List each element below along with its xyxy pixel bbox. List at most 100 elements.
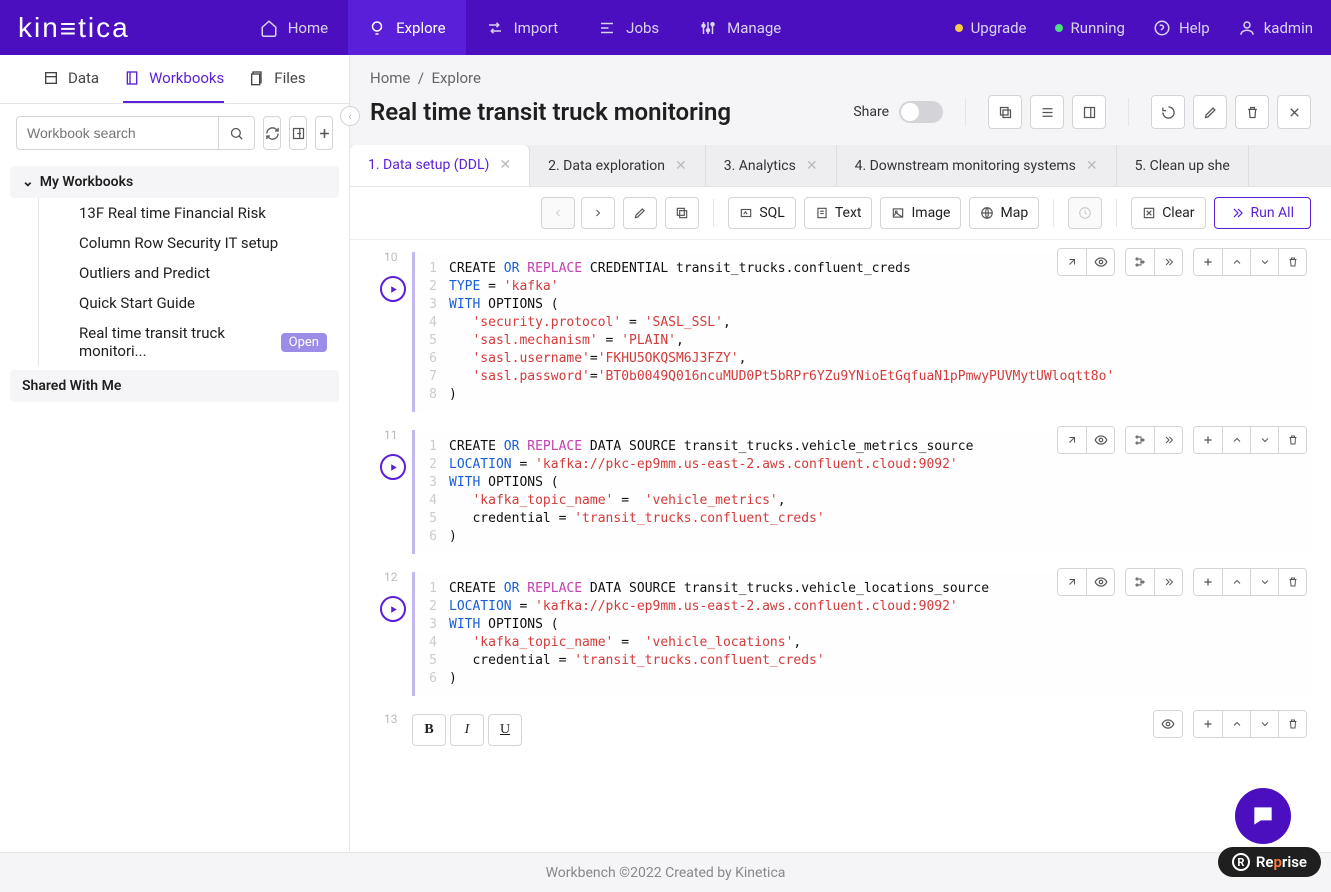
- add-workbook-button[interactable]: [315, 116, 333, 150]
- underline-button[interactable]: U: [488, 714, 522, 746]
- view-block-button[interactable]: [1086, 569, 1114, 595]
- add-block-button[interactable]: [1194, 711, 1222, 737]
- tree-block-button[interactable]: [1126, 427, 1154, 453]
- tree-item[interactable]: Outliers and Predict: [38, 258, 339, 288]
- delete-block-button[interactable]: [1278, 427, 1306, 453]
- italic-button[interactable]: I: [450, 714, 484, 746]
- run-all-button[interactable]: Run All: [1214, 197, 1312, 229]
- sidebar-collapse-handle[interactable]: ‹: [340, 106, 360, 126]
- tree-item[interactable]: 13F Real time Financial Risk: [38, 198, 339, 228]
- edit-button[interactable]: [1193, 95, 1227, 129]
- content-area: Home / Explore Real time transit truck m…: [350, 55, 1331, 852]
- chat-bubble[interactable]: [1235, 788, 1291, 844]
- tree-item[interactable]: Real time transit truck monitori...Open: [38, 318, 339, 366]
- home-icon: [260, 19, 278, 37]
- delete-block-button[interactable]: [1278, 711, 1306, 737]
- tree-item[interactable]: Column Row Security IT setup: [38, 228, 339, 258]
- worksheet-tab[interactable]: 2. Data exploration✕: [530, 145, 706, 186]
- prev-cell-button[interactable]: [541, 197, 575, 229]
- run-block-button[interactable]: [380, 276, 406, 302]
- share-toggle[interactable]: Share: [853, 101, 943, 123]
- block-number: 10: [384, 250, 398, 264]
- refresh-button[interactable]: [263, 116, 281, 150]
- workbook-icon: [123, 69, 141, 87]
- worksheet-tab[interactable]: 3. Analytics✕: [706, 145, 837, 186]
- top-nav: kin≡tica Home Explore Import Jobs Manage…: [0, 0, 1331, 55]
- tree-shared[interactable]: Shared With Me: [10, 370, 339, 402]
- text-icon: [815, 206, 829, 220]
- code-editor[interactable]: 1CREATE OR REPLACE CREDENTIAL transit_tr…: [412, 252, 1311, 412]
- crumb-home[interactable]: Home: [370, 69, 410, 87]
- delete-block-button[interactable]: [1278, 569, 1306, 595]
- collapse-block-button[interactable]: [1058, 569, 1086, 595]
- status-upgrade[interactable]: Upgrade: [955, 19, 1027, 37]
- sidetab-files[interactable]: Files: [248, 69, 305, 103]
- add-sql-button[interactable]: SQL: [728, 197, 795, 229]
- add-image-button[interactable]: Image: [880, 197, 961, 229]
- add-block-button[interactable]: [1194, 249, 1222, 275]
- worksheet-tab[interactable]: 5. Clean up she: [1117, 145, 1249, 186]
- copy-cell-button[interactable]: [665, 197, 699, 229]
- close-tab-icon[interactable]: ✕: [806, 158, 818, 174]
- status-running[interactable]: Running: [1055, 19, 1125, 37]
- worksheet-tab[interactable]: 4. Downstream monitoring systems✕: [837, 145, 1117, 186]
- skip-block-button[interactable]: [1154, 249, 1182, 275]
- move-up-button[interactable]: [1222, 569, 1250, 595]
- workbook-search-input[interactable]: [16, 116, 219, 150]
- close-tab-icon[interactable]: ✕: [1086, 158, 1098, 174]
- footer: Workbench ©2022 Created by Kinetica: [0, 852, 1331, 892]
- sidetab-workbooks[interactable]: Workbooks: [123, 69, 224, 103]
- delete-block-button[interactable]: [1278, 249, 1306, 275]
- nav-import[interactable]: Import: [466, 0, 579, 55]
- view-block-button[interactable]: [1154, 711, 1182, 737]
- add-text-button[interactable]: Text: [804, 197, 873, 229]
- run-block-button[interactable]: [380, 454, 406, 480]
- export-button[interactable]: [1072, 95, 1106, 129]
- nav-home[interactable]: Home: [240, 0, 348, 55]
- nav-user[interactable]: kadmin: [1238, 19, 1313, 37]
- reload-button[interactable]: [1151, 95, 1185, 129]
- toggle-icon: [899, 101, 943, 123]
- nav-help[interactable]: Help: [1153, 19, 1210, 37]
- next-cell-button[interactable]: [581, 197, 615, 229]
- add-map-button[interactable]: Map: [969, 197, 1039, 229]
- add-block-button[interactable]: [1194, 427, 1222, 453]
- worksheet-tab[interactable]: 1. Data setup (DDL)✕: [350, 145, 530, 187]
- collapse-block-button[interactable]: [1058, 427, 1086, 453]
- bold-button[interactable]: B: [412, 714, 446, 746]
- move-down-button[interactable]: [1250, 249, 1278, 275]
- edit-cell-button[interactable]: [623, 197, 657, 229]
- nav-explore[interactable]: Explore: [348, 0, 466, 55]
- nav-jobs[interactable]: Jobs: [578, 0, 679, 55]
- add-block-button[interactable]: [1194, 569, 1222, 595]
- reprise-badge[interactable]: RReprise: [1218, 847, 1321, 877]
- list-button[interactable]: [1030, 95, 1064, 129]
- close-tab-icon[interactable]: ✕: [499, 157, 511, 173]
- tree-item[interactable]: Quick Start Guide: [38, 288, 339, 318]
- tree-my-workbooks[interactable]: ⌄My Workbooks: [10, 166, 339, 198]
- move-down-button[interactable]: [1250, 569, 1278, 595]
- history-button[interactable]: [1068, 197, 1102, 229]
- move-up-button[interactable]: [1222, 711, 1250, 737]
- close-button[interactable]: [1277, 95, 1311, 129]
- skip-block-button[interactable]: [1154, 427, 1182, 453]
- move-up-button[interactable]: [1222, 427, 1250, 453]
- sidetab-data[interactable]: Data: [42, 69, 99, 103]
- clear-button[interactable]: Clear: [1131, 197, 1205, 229]
- close-tab-icon[interactable]: ✕: [675, 158, 687, 174]
- nav-manage[interactable]: Manage: [679, 0, 801, 55]
- tree-block-button[interactable]: [1126, 249, 1154, 275]
- collapse-button[interactable]: [289, 116, 307, 150]
- tree-block-button[interactable]: [1126, 569, 1154, 595]
- delete-button[interactable]: [1235, 95, 1269, 129]
- collapse-block-button[interactable]: [1058, 249, 1086, 275]
- search-button[interactable]: [219, 116, 255, 150]
- move-up-button[interactable]: [1222, 249, 1250, 275]
- move-down-button[interactable]: [1250, 711, 1278, 737]
- copy-button[interactable]: [988, 95, 1022, 129]
- view-block-button[interactable]: [1086, 249, 1114, 275]
- skip-block-button[interactable]: [1154, 569, 1182, 595]
- view-block-button[interactable]: [1086, 427, 1114, 453]
- move-down-button[interactable]: [1250, 427, 1278, 453]
- run-block-button[interactable]: [380, 596, 406, 622]
